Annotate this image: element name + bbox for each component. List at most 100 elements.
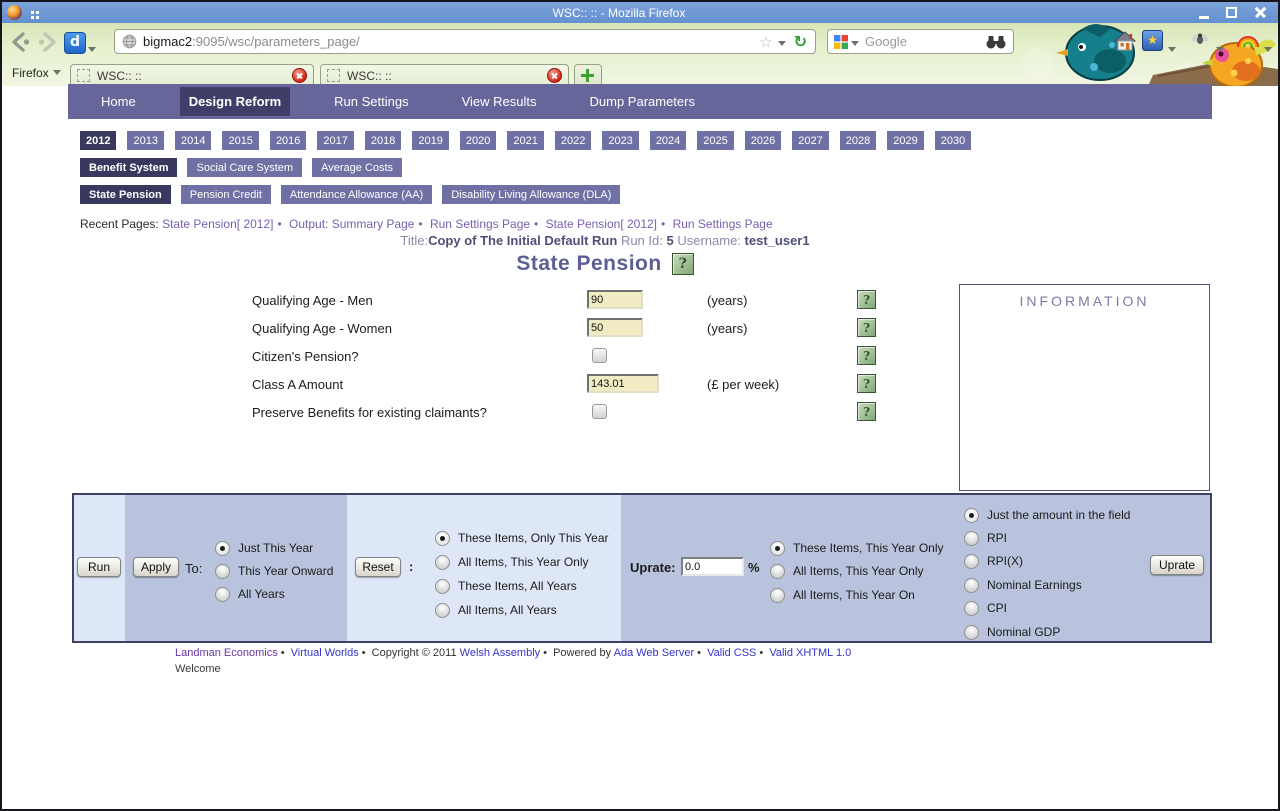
year-button-2021[interactable]: 2021 [507,131,544,150]
help-icon[interactable]: ? [857,374,876,393]
help-icon[interactable]: ? [857,290,876,309]
program-button-pension-credit[interactable]: Pension Credit [180,185,271,204]
qualifying-age-men-input[interactable] [587,290,643,309]
maximize-button[interactable] [1222,5,1244,21]
year-button-2016[interactable]: 2016 [269,131,307,150]
search-input[interactable]: Google [865,34,985,49]
reload-icon[interactable]: ↻ [794,32,807,51]
program-button-state-pension[interactable]: State Pension [80,185,171,204]
year-button-2014[interactable]: 2014 [174,131,212,150]
uprate-percent-input[interactable] [681,557,744,576]
radio-nominal-earnings[interactable] [964,577,979,593]
radio-all-items-this-year-only-2[interactable] [770,563,785,579]
year-button-2023[interactable]: 2023 [602,131,639,150]
qualifying-age-women-input[interactable] [587,318,643,337]
year-button-2012[interactable]: 2012 [80,131,117,150]
radio-just-this-year[interactable] [215,540,230,556]
home-icon[interactable] [1114,31,1136,51]
bookmarks-caret-icon[interactable] [1168,39,1176,57]
bookmark-star-icon[interactable]: ☆ [759,33,772,51]
url-dropdown-icon[interactable] [777,33,786,51]
uprate-button[interactable]: Uprate [1150,555,1204,575]
close-window-button[interactable] [1250,5,1272,21]
class-a-amount-input[interactable] [587,374,659,393]
radio-cpi[interactable] [964,600,979,616]
preserve-benefits-checkbox[interactable] [592,404,607,419]
year-button-2029[interactable]: 2029 [887,131,924,150]
menu-item-view-results[interactable]: View Results [453,87,546,116]
minimize-button[interactable] [1194,5,1216,21]
year-button-2015[interactable]: 2015 [222,131,259,150]
menu-item-design-reform[interactable]: Design Reform [179,87,291,116]
help-icon[interactable]: ? [857,318,876,337]
delicious-caret-icon[interactable] [88,39,96,57]
footer-link-virtual-worlds[interactable]: Virtual Worlds [291,647,359,659]
tab-wsc-1[interactable]: WSC:: :: [70,64,314,86]
program-button-dla[interactable]: Disability Living Allowance (DLA) [442,185,621,204]
year-button-2024[interactable]: 2024 [649,131,687,150]
search-bar[interactable]: Google [827,29,1014,54]
menu-item-home[interactable]: Home [92,87,145,116]
breadcrumb-link[interactable]: Run Settings Page [673,217,773,231]
rainbow-addon-icon[interactable] [1236,31,1260,49]
menu-item-run-settings[interactable]: Run Settings [325,87,417,116]
firefox-menu-button[interactable]: Firefox [12,66,61,80]
year-button-2013[interactable]: 2013 [127,131,164,150]
help-icon[interactable]: ? [857,402,876,421]
help-icon[interactable]: ? [671,253,694,275]
year-button-2027[interactable]: 2027 [792,131,829,150]
system-button-average-costs[interactable]: Average Costs [312,158,403,177]
radio-just-the-amount[interactable] [964,507,979,523]
breadcrumb-link[interactable]: State Pension[ 2012] [546,217,657,231]
footer-link-valid-css[interactable]: Valid CSS [707,647,756,659]
radio-these-items-only-this-year[interactable] [435,530,450,546]
footer-link-valid-xhtml[interactable]: Valid XHTML 1.0 [769,647,851,659]
radio-all-items-this-year-on[interactable] [770,587,785,603]
system-button-social-care-system[interactable]: Social Care System [187,158,303,177]
program-button-attendance-allowance[interactable]: Attendance Allowance (AA) [280,185,433,204]
radio-rpi[interactable] [964,530,979,546]
tab-close-icon[interactable] [547,68,562,83]
bookmarks-icon[interactable]: ★ [1142,30,1163,51]
help-icon[interactable]: ? [857,346,876,365]
fly-addon-caret-icon[interactable] [1216,39,1224,57]
back-button[interactable] [8,29,34,55]
footer-link-landman[interactable]: Landman Economics [175,647,278,659]
year-button-2020[interactable]: 2020 [459,131,497,150]
footer-link-ada-web-server[interactable]: Ada Web Server [614,647,695,659]
delicious-icon[interactable]: d [64,32,86,54]
year-button-2028[interactable]: 2028 [839,131,877,150]
breadcrumb-link[interactable]: Run Settings Page [430,217,530,231]
google-icon[interactable] [834,34,848,49]
fly-addon-icon[interactable] [1190,31,1210,47]
apply-button[interactable]: Apply [133,557,179,577]
citizens-pension-checkbox[interactable] [592,348,607,363]
breadcrumb-link[interactable]: Output: Summary Page [289,217,414,231]
radio-nominal-gdp[interactable] [964,624,979,640]
radio-all-items-all-years[interactable] [435,602,450,618]
radio-all-items-this-year-only[interactable] [435,554,450,570]
year-button-2018[interactable]: 2018 [364,131,402,150]
rainbow-addon-caret-icon[interactable] [1264,39,1272,57]
url-bar[interactable]: bigmac2 :9095/wsc/parameters_page/ ☆ ↻ [114,29,816,54]
radio-these-items-all-years[interactable] [435,578,450,594]
year-button-2025[interactable]: 2025 [697,131,734,150]
menu-item-dump-parameters[interactable]: Dump Parameters [581,87,704,116]
forward-button[interactable] [34,29,60,55]
year-button-2030[interactable]: 2030 [934,131,972,150]
search-engine-caret-icon[interactable] [851,33,859,51]
tab-wsc-2[interactable]: WSC:: :: [320,64,569,86]
year-button-2022[interactable]: 2022 [554,131,592,150]
radio-these-items-this-year-only[interactable] [770,540,785,556]
run-button[interactable]: Run [77,557,121,577]
reset-button[interactable]: Reset [355,557,401,577]
year-button-2026[interactable]: 2026 [744,131,782,150]
year-button-2019[interactable]: 2019 [412,131,449,150]
radio-this-year-onward[interactable] [215,563,230,579]
breadcrumb-link[interactable]: State Pension[ 2012] [162,217,273,231]
radio-all-years[interactable] [215,586,230,602]
year-button-2017[interactable]: 2017 [317,131,354,150]
radio-rpix[interactable] [964,553,979,569]
tab-close-icon[interactable] [292,68,307,83]
footer-link-welsh-assembly[interactable]: Welsh Assembly [460,647,541,659]
